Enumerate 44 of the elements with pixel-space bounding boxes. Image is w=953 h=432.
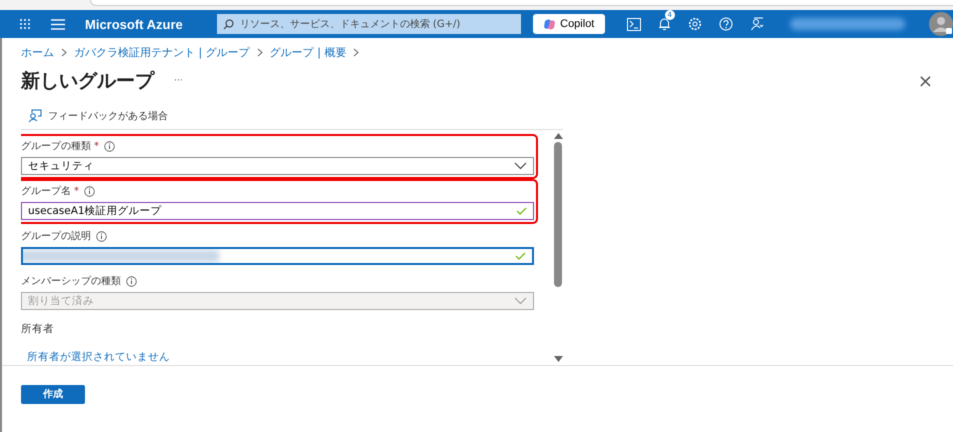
input-field[interactable] xyxy=(21,247,534,265)
menu-icon[interactable] xyxy=(51,18,65,30)
info-icon xyxy=(96,230,107,242)
app-launcher-icon[interactable] xyxy=(19,18,31,30)
breadcrumb-link[interactable]: ホーム xyxy=(21,45,54,60)
create-button[interactable]: 作成 xyxy=(21,384,85,404)
owners-link[interactable]: 所有者が選択されていません xyxy=(27,350,170,364)
required-mark: * xyxy=(94,140,99,152)
avatar-icon[interactable] xyxy=(929,12,953,36)
field-label: グループの説明 xyxy=(21,230,91,243)
info-icon xyxy=(84,186,95,196)
chevron-right-icon xyxy=(353,48,360,57)
copilot-button[interactable]: Copilot xyxy=(532,14,605,34)
chevron-down-icon xyxy=(514,297,527,305)
more-options-button[interactable]: ··· xyxy=(174,76,183,86)
person-feedback-icon[interactable] xyxy=(750,17,764,31)
owners-label: 所有者 xyxy=(21,322,54,336)
feedback-button[interactable]: フィードバックがある場合 xyxy=(28,109,168,123)
close-button[interactable]: × xyxy=(918,70,933,92)
search-icon xyxy=(222,18,234,30)
chevron-right-icon xyxy=(256,48,263,57)
field-label: グループの種類 xyxy=(21,140,91,153)
chevron-right-icon xyxy=(61,48,67,57)
input-field[interactable]: usecaseA1検証用グループ xyxy=(21,202,534,220)
scroll-up-icon[interactable] xyxy=(554,133,562,139)
required-mark: * xyxy=(74,186,79,196)
breadcrumb-link[interactable]: ガバクラ検証用テナント | グループ xyxy=(74,45,250,60)
brand-name[interactable]: Microsoft Azure xyxy=(85,16,183,32)
breadcrumb-link[interactable]: グループ | 概要 xyxy=(270,45,346,60)
terminal-icon[interactable] xyxy=(626,18,641,30)
settings-icon[interactable] xyxy=(688,17,702,31)
info-icon xyxy=(104,140,115,152)
help-icon[interactable] xyxy=(718,17,733,31)
dropdown[interactable]: セキュリティ xyxy=(21,157,534,175)
info-icon xyxy=(126,276,137,286)
search-field[interactable]: リソース、サービス、ドキュメントの検索 (G+/) xyxy=(216,14,521,34)
notification-bell-icon[interactable] xyxy=(658,17,671,31)
copilot-logo-icon xyxy=(543,18,556,30)
field-label: メンバーシップの種類 xyxy=(21,274,121,288)
chevron-down-icon xyxy=(514,162,527,170)
field-label: グループ名 xyxy=(21,184,71,198)
person-feedback-icon xyxy=(28,109,42,123)
page-title: 新しいグループ xyxy=(21,69,154,94)
scroll-down-icon[interactable] xyxy=(554,356,562,362)
